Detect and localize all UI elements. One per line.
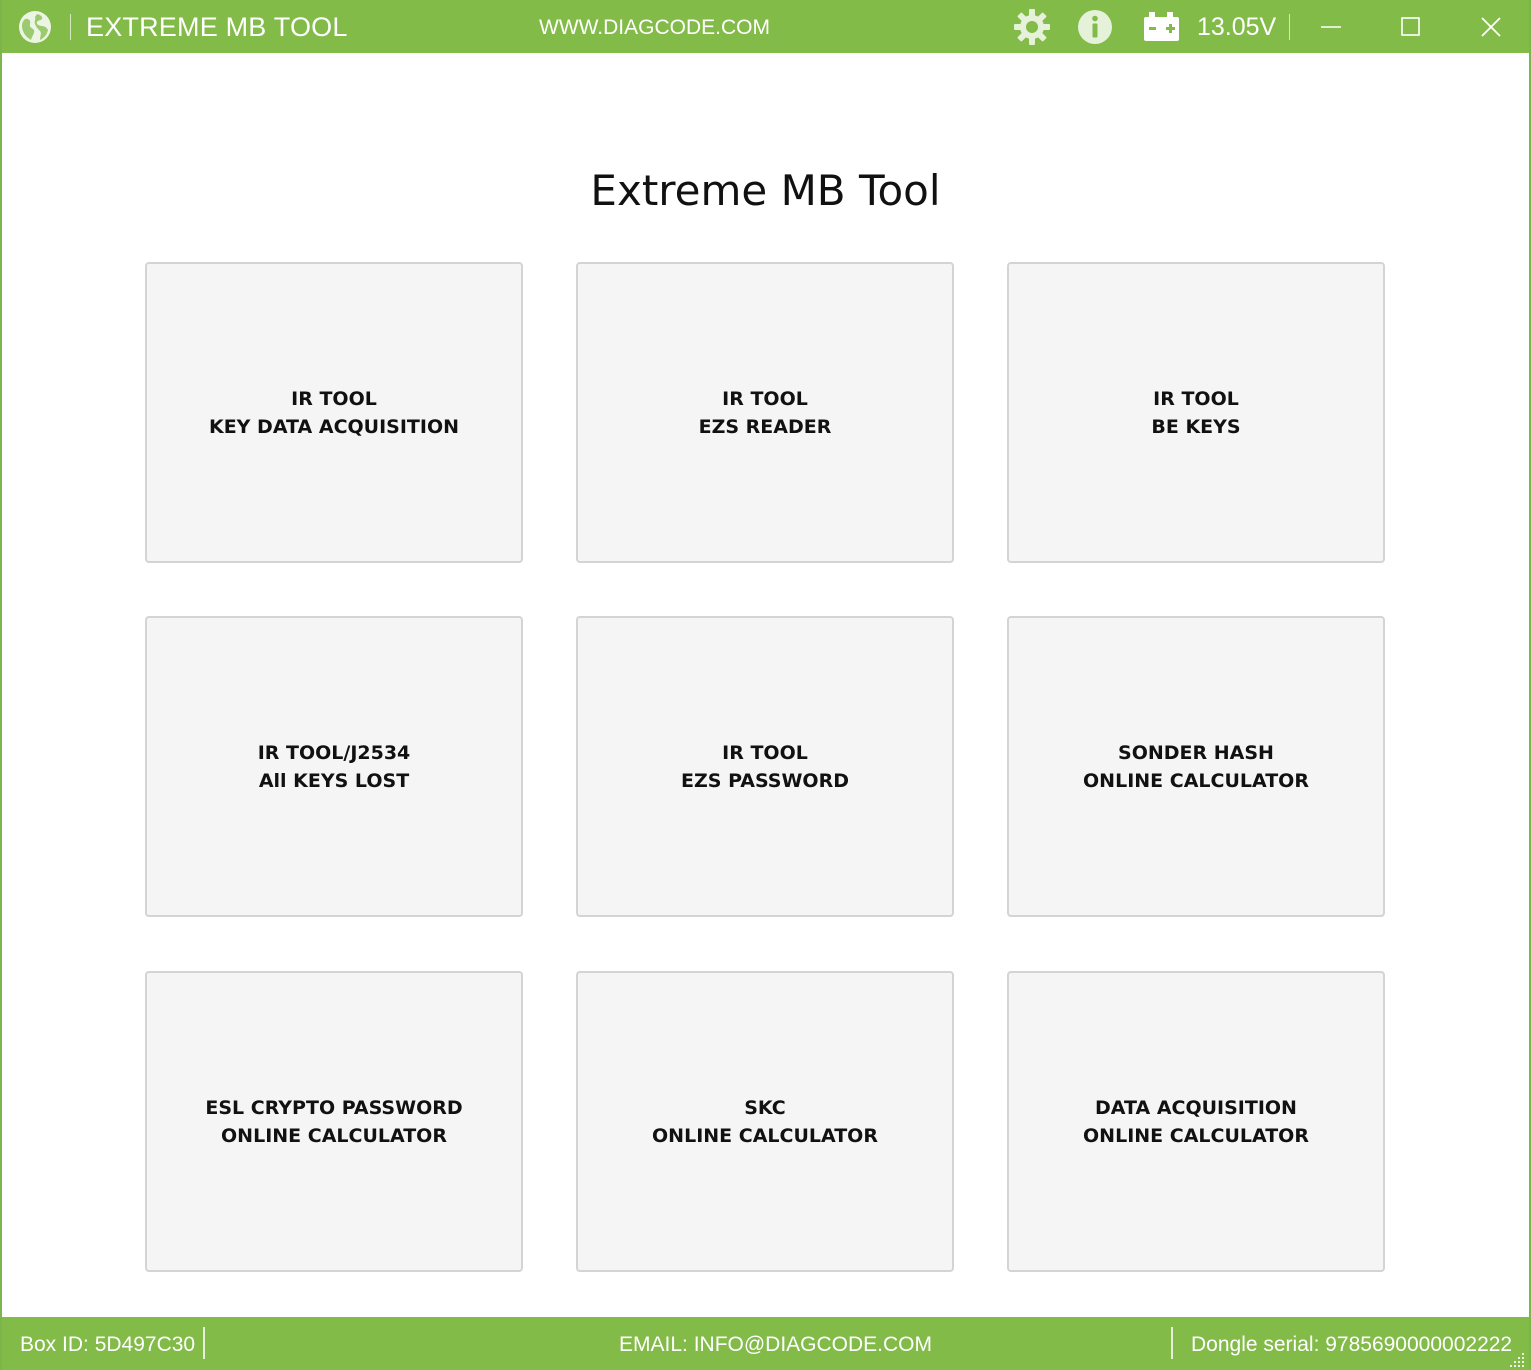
tile-label: ONLINE CALCULATOR (221, 1124, 447, 1147)
title-separator (70, 14, 71, 40)
tile-label: DATA ACQUISITION (1095, 1096, 1297, 1119)
maximize-button[interactable] (1376, 0, 1446, 53)
battery-icon (1143, 8, 1181, 46)
close-button[interactable] (1456, 0, 1526, 53)
minimize-icon (1321, 26, 1341, 28)
tile-label: IR TOOL (722, 387, 808, 410)
tile-label: ONLINE CALCULATOR (1083, 769, 1309, 792)
page-title: Extreme MB Tool (590, 166, 941, 215)
status-separator (203, 1327, 205, 1359)
tile-ir-tool-ezs-reader[interactable]: IR TOOL EZS READER (576, 262, 954, 563)
email-link[interactable]: EMAIL: INFO@DIAGCODE.COM (619, 1331, 932, 1359)
tile-label: EZS PASSWORD (681, 769, 849, 792)
tile-label: EZS READER (698, 415, 832, 438)
tile-label: IR TOOL (722, 741, 808, 764)
tile-label: ONLINE CALCULATOR (652, 1124, 878, 1147)
tile-ir-tool-ezs-password[interactable]: IR TOOL EZS PASSWORD (576, 616, 954, 917)
tile-esl-crypto-password-online-calculator[interactable]: ESL CRYPTO PASSWORD ONLINE CALCULATOR (145, 971, 523, 1272)
tile-data-acquisition-online-calculator[interactable]: DATA ACQUISITION ONLINE CALCULATOR (1007, 971, 1385, 1272)
box-id: Box ID: 5D497C30 (20, 1333, 196, 1356)
info-icon[interactable] (1076, 8, 1114, 46)
globe-icon[interactable] (17, 9, 53, 45)
close-icon (1481, 17, 1501, 37)
minimize-button[interactable] (1296, 0, 1366, 53)
tile-label: KEY DATA ACQUISITION (208, 415, 459, 438)
tile-label: SKC (744, 1096, 786, 1119)
tile-ir-tool-j2534-all-keys-lost[interactable]: IR TOOL/J2534 All KEYS LOST (145, 616, 523, 917)
tile-label: ONLINE CALCULATOR (1083, 1124, 1309, 1147)
gear-icon[interactable] (1013, 8, 1051, 46)
tile-skc-online-calculator[interactable]: SKC ONLINE CALCULATOR (576, 971, 954, 1272)
resize-grip-icon[interactable] (1509, 1350, 1525, 1367)
dongle-serial: Dongle serial: 9785690000002222 (1191, 1333, 1513, 1356)
tile-label: BE KEYS (1151, 415, 1241, 438)
status-separator (1171, 1327, 1173, 1359)
maximize-icon (1401, 17, 1420, 36)
tile-label: IR TOOL (1153, 387, 1239, 410)
tile-label: IR TOOL/J2534 (257, 741, 411, 764)
tile-label: All KEYS LOST (258, 769, 410, 792)
tile-ir-tool-key-data-acquisition[interactable]: IR TOOL KEY DATA ACQUISITION (145, 262, 523, 563)
tile-label: ESL CRYPTO PASSWORD (205, 1096, 463, 1119)
voltage-readout: 13.05V (1197, 13, 1277, 41)
app-window: EXTREME MB TOOL WWW.DIAGCODE.COM 13.05V … (0, 0, 1531, 1370)
tile-label: IR TOOL (291, 387, 377, 410)
status-bar: Box ID: 5D497C30 EMAIL: INFO@DIAGCODE.CO… (2, 1317, 1529, 1370)
tile-ir-tool-be-keys[interactable]: IR TOOL BE KEYS (1007, 262, 1385, 563)
title-separator (1289, 14, 1290, 40)
title-bar[interactable]: EXTREME MB TOOL WWW.DIAGCODE.COM 13.05V (2, 0, 1529, 53)
app-title: EXTREME MB TOOL (86, 12, 348, 42)
site-url[interactable]: WWW.DIAGCODE.COM (539, 14, 770, 42)
tile-label: SONDER HASH (1118, 741, 1274, 764)
tile-sonder-hash-online-calculator[interactable]: SONDER HASH ONLINE CALCULATOR (1007, 616, 1385, 917)
